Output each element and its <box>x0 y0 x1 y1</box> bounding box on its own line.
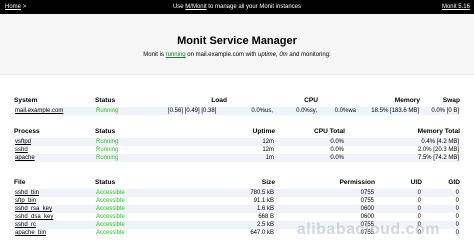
process-name-link[interactable]: vsftpd <box>14 138 95 146</box>
col-load: Load <box>211 97 227 104</box>
system-header-row: System Status Load CPU Memory Swap <box>14 94 460 107</box>
status-cell: Accessible <box>96 230 125 236</box>
summary-text-1: Monit is <box>143 52 166 58</box>
uid-cell: 0 <box>375 189 422 197</box>
uptime-text: uptime, 0m <box>258 52 288 58</box>
summary-text-3: and monitoring: <box>287 52 331 58</box>
mmonit-link[interactable]: M/Monit <box>185 4 206 10</box>
cpu-cell: 0.0% <box>275 138 345 146</box>
table-row[interactable]: vsftpd Running 12m 0.0% 0.4% [4.2 MB] <box>14 138 460 146</box>
size-cell: 91.1 kB <box>253 198 274 204</box>
process-header-row: Process Status Uptime CPU Total Memory T… <box>14 125 460 138</box>
top-bar: Home > Use M/Monit to manage all your Mo… <box>0 0 474 14</box>
gid-cell: 0 <box>455 198 459 204</box>
status-cell: Running <box>95 154 167 162</box>
table-row[interactable]: sshd_rsa_key Accessible 1.6 kB 0600 0 0 <box>14 205 460 213</box>
status-cell: Accessible <box>95 189 167 197</box>
table-row[interactable]: sftp_bin Accessible 91.1 kB 0755 0 0 <box>14 197 460 205</box>
uptime-cell: 12m <box>262 147 274 153</box>
size-cell: 647.0 kB <box>250 230 274 236</box>
table-row[interactable]: sshd_bin Accessible 780.5 kB 0755 0 0 <box>14 189 460 197</box>
permission-cell: 0755 <box>360 198 374 204</box>
version-label: Monit 5.16 <box>442 4 470 10</box>
col-uid: UID <box>410 179 422 186</box>
col-status: Status <box>95 128 116 135</box>
gid-cell: 0 <box>422 189 460 197</box>
uid-cell: 0 <box>375 205 422 213</box>
col-file: File <box>14 179 26 186</box>
col-swap: Swap <box>442 97 460 104</box>
file-name-link[interactable]: sshd_rsa_key <box>14 205 95 213</box>
process-name-link[interactable]: apache <box>14 154 95 162</box>
cpu-cell: 0.0% <box>330 147 344 153</box>
size-cell: 780.5 kB <box>167 189 275 197</box>
size-cell: 2.5 kB <box>167 221 275 229</box>
uptime-cell: 1m <box>167 154 275 162</box>
system-table: System Status Load CPU Memory Swap mail.… <box>14 94 460 115</box>
table-row[interactable]: sshd_dsa_key Accessible 668 B 0600 0 0 <box>14 213 460 221</box>
col-cpu: CPU <box>304 97 318 104</box>
table-row[interactable]: sshd Running 12m 0.0% 2.0% [20.3 MB] <box>14 146 460 154</box>
gid-cell: 0 <box>455 214 459 220</box>
cpu-wait-cell: 0.0%wa <box>318 107 357 115</box>
col-permission: Permission <box>339 179 375 186</box>
status-cell: Accessible <box>95 221 167 229</box>
col-system: System <box>14 97 38 104</box>
status-cell: Running <box>95 107 167 115</box>
file-name-link[interactable]: sshd_dsa_key <box>14 213 95 221</box>
memory-cell: 0.4% [4.2 MB] <box>345 138 460 146</box>
cpu-user-cell: 0.0%us, <box>227 107 274 115</box>
file-name-link[interactable]: sshd_rc <box>14 221 95 229</box>
running-link[interactable]: running <box>166 52 186 58</box>
status-cell: Running <box>95 138 167 146</box>
status-cell: Running <box>96 147 119 153</box>
mmonit-notice-prefix: Use <box>172 4 186 10</box>
col-process: Process <box>14 128 40 135</box>
watermark: alibabacloud.com <box>296 221 440 238</box>
uid-cell: 0 <box>417 198 421 204</box>
col-status: Status <box>95 179 116 186</box>
col-memory: Memory <box>394 97 420 104</box>
status-cell: Accessible <box>95 205 167 213</box>
table-row[interactable]: apache Running 1m 0.0% 7.5% [74.2 MB] <box>14 154 460 162</box>
mmonit-notice: Use M/Monit to manage all your Monit ins… <box>0 4 474 10</box>
memory-cell: 18.5% [183.6 MB] <box>357 107 420 115</box>
col-gid: GID <box>448 179 460 186</box>
cpu-system-cell: 0.0%sy, <box>274 107 318 115</box>
system-name-link[interactable]: mail.example.com <box>14 107 95 115</box>
file-header-row: File Status Size Permission UID GID <box>14 176 460 189</box>
gid-cell: 0 <box>422 205 460 213</box>
uptime-cell: 12m <box>167 138 275 146</box>
summary-text-2: on mail.example.com with <box>185 52 258 58</box>
col-memory-total: Memory Total <box>417 128 460 135</box>
status-summary: Monit is running on mail.example.com wit… <box>0 52 474 58</box>
mmonit-notice-suffix: to manage all your Monit instances <box>206 4 302 10</box>
table-row[interactable]: mail.example.com Running [0.56] [0.49] [… <box>14 107 460 115</box>
size-cell: 668 B <box>258 214 274 220</box>
memory-cell: 2.0% [20.3 MB] <box>417 147 459 153</box>
col-status: Status <box>95 97 116 104</box>
load-cell: [0.56] [0.49] [0.38] <box>167 107 227 115</box>
size-cell: 1.6 kB <box>167 205 275 213</box>
col-size: Size <box>261 179 275 186</box>
version-link[interactable]: Monit 5.16 <box>442 4 470 10</box>
cpu-cell: 0.0% <box>275 154 345 162</box>
permission-cell: 0755 <box>275 189 375 197</box>
status-cell: Accessible <box>96 214 125 220</box>
file-name-link[interactable]: sshd_bin <box>14 189 95 197</box>
page-header: Monit Service Manager Monit is running o… <box>0 14 474 75</box>
process-name-link[interactable]: sshd <box>14 146 95 154</box>
permission-cell: 0600 <box>275 205 375 213</box>
file-name-link[interactable]: apache_bin <box>14 229 95 237</box>
permission-cell: 0600 <box>360 214 374 220</box>
col-uptime: Uptime <box>252 128 275 135</box>
col-cpu-total: CPU Total <box>313 128 345 135</box>
page-title: Monit Service Manager <box>177 35 297 47</box>
status-cell: Accessible <box>96 198 125 204</box>
memory-cell: 7.5% [74.2 MB] <box>345 154 460 162</box>
process-table: Process Status Uptime CPU Total Memory T… <box>14 125 460 162</box>
file-name-link[interactable]: sftp_bin <box>14 197 95 205</box>
uid-cell: 0 <box>417 214 421 220</box>
swap-cell: 0.0% [0 B] <box>420 107 460 115</box>
